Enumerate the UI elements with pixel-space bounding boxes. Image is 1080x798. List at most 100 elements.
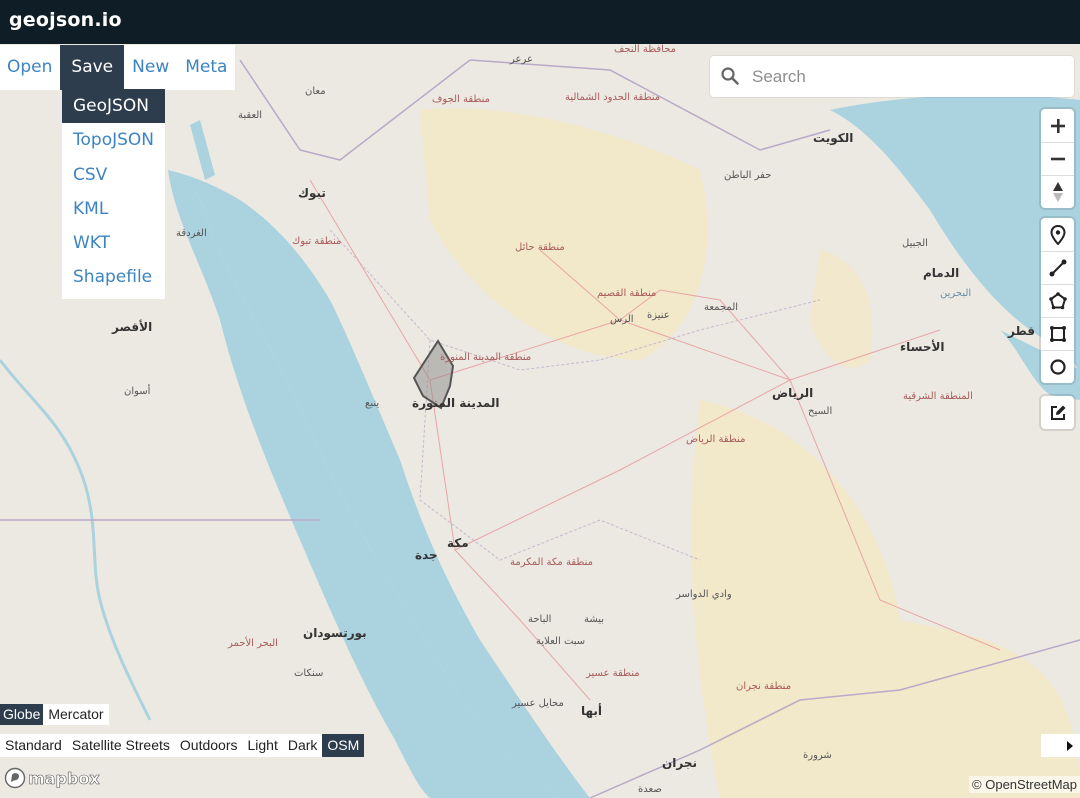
style-outdoors[interactable]: Outdoors <box>174 734 243 757</box>
map-label: الأقصر <box>112 320 153 334</box>
polygon-icon <box>1048 292 1067 310</box>
map-label: وادي الدواسر <box>676 589 732 600</box>
map-label: عنيزة <box>647 310 670 321</box>
map-label: منطقة القصيم <box>597 288 657 299</box>
map-label: قطر <box>1008 324 1036 338</box>
map-label: منطقة نجران <box>736 681 792 692</box>
search-input[interactable] <box>750 62 1064 92</box>
edit-controls <box>1041 396 1074 429</box>
play-arrow-icon <box>1067 740 1073 751</box>
draw-rectangle-button[interactable] <box>1041 317 1074 350</box>
style-satellite-streets[interactable]: Satellite Streets <box>66 734 175 757</box>
edit-icon <box>1050 405 1065 420</box>
map-label: منطقة تبوك <box>292 236 342 247</box>
map-label: نجران <box>662 756 697 770</box>
top-bar: geojson.io <box>0 0 1080 44</box>
map-label: أبها <box>581 704 603 718</box>
draw-line-button[interactable] <box>1041 251 1074 284</box>
save-kml[interactable]: KML <box>62 192 165 226</box>
map-label: منطقة الرياض <box>686 434 746 445</box>
mapbox-logo[interactable]: mapbox <box>4 767 100 789</box>
save-csv[interactable]: CSV <box>62 158 165 192</box>
marker-icon <box>1049 224 1066 245</box>
rectangle-icon <box>1049 326 1066 342</box>
map-label: العقبة <box>238 110 263 121</box>
projection-mercator[interactable]: Mercator <box>43 704 109 725</box>
map-label: الغردقة <box>176 228 207 239</box>
save-topojson[interactable]: TopoJSON <box>62 123 165 157</box>
map-label: منطقة عسير <box>586 668 640 679</box>
menu-save[interactable]: Save <box>60 45 125 90</box>
map-label: صعدة <box>638 784 662 795</box>
map-label: الرياض <box>772 386 814 400</box>
map-label: منطقة مكة المكرمة <box>510 557 593 568</box>
style-standard[interactable]: Standard <box>0 734 67 757</box>
zoom-in-button[interactable] <box>1041 109 1074 142</box>
map-label: عرعر <box>510 54 533 65</box>
draw-point-button[interactable] <box>1041 218 1074 251</box>
map-label: البحر الأحمر <box>228 638 278 649</box>
map-label: منطقة المدينة المنورة <box>440 352 532 363</box>
style-light[interactable]: Light <box>242 734 283 757</box>
map-label: المجمعة <box>704 302 739 313</box>
map-label: محافظة النجف <box>614 44 677 55</box>
map-label: معان <box>305 86 326 97</box>
attribution[interactable]: © OpenStreetMap <box>969 776 1080 793</box>
reset-bearing-button[interactable] <box>1041 175 1074 208</box>
search-box <box>710 56 1074 97</box>
map-label: المنطقة الشرقية <box>903 391 973 402</box>
map-label: جدة <box>415 548 438 562</box>
map-label: منطقة الجوف <box>432 94 490 105</box>
projection-globe[interactable]: Globe <box>0 704 44 725</box>
map-label: الجبيل <box>902 238 928 249</box>
zoom-controls <box>1041 109 1074 208</box>
map-label: سنكات <box>294 668 324 679</box>
style-dark[interactable]: Dark <box>282 734 323 757</box>
map-label: السيح <box>808 406 833 417</box>
map-label: سبت العلاية <box>536 636 586 647</box>
map-label: الدمام <box>923 266 960 280</box>
save-wkt[interactable]: WKT <box>62 226 165 260</box>
save-geojson[interactable]: GeoJSON <box>62 89 165 124</box>
map-style-switcher: Standard Satellite Streets Outdoors Ligh… <box>0 734 365 757</box>
draw-polygon-button[interactable] <box>1041 284 1074 317</box>
search-icon <box>721 67 739 85</box>
map-label: بورتسودان <box>303 626 367 640</box>
map-label: الأحساء <box>900 340 945 354</box>
mapbox-icon <box>4 767 26 789</box>
map-label: الكويت <box>813 131 854 145</box>
map-label: حفر الباطن <box>724 170 772 181</box>
map-label: بيشة <box>584 614 605 625</box>
map-label: المدينة المنورة <box>412 396 500 410</box>
map-label: البحرين <box>940 288 972 299</box>
projection-switcher: Globe Mercator <box>0 704 109 725</box>
map-label: ينبع <box>365 398 380 409</box>
menu-new[interactable]: New <box>124 45 177 90</box>
main-menu: Open Save New Meta <box>0 45 236 90</box>
zoom-out-button[interactable] <box>1041 142 1074 175</box>
expand-panel-button[interactable] <box>1041 734 1080 757</box>
map-label: شرورة <box>803 750 832 761</box>
mapbox-logo-text: mapbox <box>28 768 100 788</box>
save-dropdown: GeoJSON TopoJSON CSV KML WKT Shapefile <box>62 89 165 299</box>
plus-icon <box>1050 118 1065 133</box>
draw-circle-button[interactable] <box>1041 350 1074 383</box>
map-label: محايل عسير <box>512 698 564 709</box>
edit-features-button[interactable] <box>1041 396 1074 429</box>
map-label: تبوك <box>298 186 326 200</box>
draw-controls <box>1041 218 1074 383</box>
app-title: geojson.io <box>9 9 122 31</box>
menu-open[interactable]: Open <box>0 45 60 90</box>
map-label: الباحة <box>528 614 552 625</box>
save-shapefile[interactable]: Shapefile <box>62 260 165 294</box>
compass-icon <box>1052 182 1063 202</box>
style-osm[interactable]: OSM <box>322 734 365 757</box>
minus-icon <box>1050 157 1065 161</box>
map-label: الرس <box>610 314 634 325</box>
menu-meta[interactable]: Meta <box>177 45 235 90</box>
map-label: مكة <box>447 536 469 550</box>
map-label: منطقة حائل <box>515 242 565 253</box>
line-icon <box>1049 259 1066 277</box>
map-label: منطقة الحدود الشمالية <box>565 92 661 103</box>
circle-icon <box>1049 359 1066 375</box>
